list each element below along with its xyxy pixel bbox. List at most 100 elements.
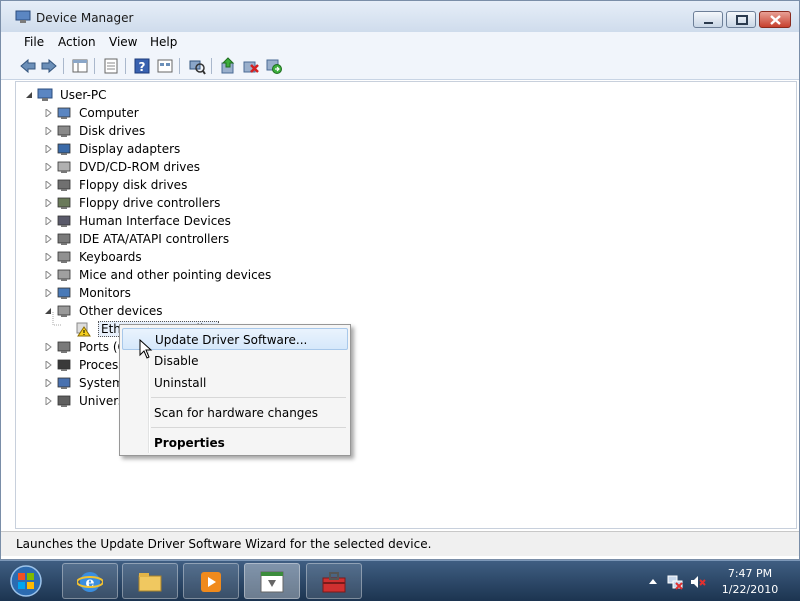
collapsed-arrow-icon[interactable] [45,127,52,135]
tree-node-human-interface-devices[interactable]: Human Interface Devices [43,212,303,230]
collapsed-arrow-icon[interactable] [45,163,52,171]
dvd-drive-icon [57,161,71,173]
ctx-scan-hardware-changes[interactable]: Scan for hardware changes [122,402,348,424]
clock[interactable]: 7:47 PM 1/22/2010 [720,566,780,598]
enable-device-icon[interactable] [265,57,283,75]
taskbar-internet-explorer[interactable]: e [62,563,118,599]
device-manager-app-icon [15,10,31,23]
close-icon [770,15,781,25]
taskbar-windows-explorer[interactable] [122,563,178,599]
display-adapter-icon [57,143,71,155]
collapsed-arrow-icon[interactable] [45,289,52,297]
tree-node-disk-drives[interactable]: Disk drives [43,122,303,140]
monitor-icon [57,287,71,299]
device-tree[interactable]: User-PC Computer Disk drives Display adapt… [15,81,797,529]
collapsed-arrow-icon[interactable] [45,145,52,153]
tree-node-label: IDE ATA/ATAPI controllers [79,232,230,246]
collapsed-arrow-icon[interactable] [45,343,52,351]
expanded-arrow-icon[interactable] [45,307,52,315]
maximize-button[interactable] [726,11,756,28]
menu-action[interactable]: Action [58,35,96,49]
tree-node-label: DVD/CD-ROM drives [79,160,201,174]
tree-node-computer[interactable]: Computer [43,104,303,122]
close-button[interactable] [759,11,791,28]
taskbar-media-player[interactable] [183,563,239,599]
tree-root-label: User-PC [60,88,107,102]
collapsed-arrow-icon[interactable] [45,235,52,243]
processor-icon [57,359,71,371]
network-icon[interactable] [667,574,683,590]
collapsed-arrow-icon[interactable] [45,253,52,261]
toolbar: ? [1,53,799,80]
uninstall-icon[interactable] [242,57,260,75]
ctx-properties[interactable]: Properties [122,432,348,454]
menu-help[interactable]: Help [150,35,177,49]
warning-device-icon [76,322,91,337]
tree-node-floppy-disk-drives[interactable]: Floppy disk drives [43,176,303,194]
clock-date: 1/22/2010 [721,583,779,596]
collapsed-arrow-icon[interactable] [45,397,52,405]
collapsed-arrow-icon[interactable] [45,361,52,369]
menu-bar: File Action View Help [1,32,799,53]
device-manager-icon [260,571,284,593]
window-title: Device Manager [36,11,134,25]
floppy-controller-icon [57,197,71,209]
collapsed-arrow-icon[interactable] [45,109,52,117]
taskbar: e 7:47 PM 1/22/2010 [0,560,800,601]
start-button-icon[interactable] [6,562,46,600]
help-icon[interactable]: ? [133,57,151,75]
tree-node-ide-ata-atapi-controllers[interactable]: IDE ATA/ATAPI controllers [43,230,303,248]
minimize-button[interactable] [693,11,723,28]
tree-node-monitors[interactable]: Monitors [43,284,303,302]
tree-node-label: Disk drives [79,124,146,138]
tree-node-other-devices[interactable]: Other devices [43,302,303,320]
tree-node-label: Keyboards [79,250,142,264]
scan-hardware-changes-icon[interactable] [188,57,206,75]
status-text: Launches the Update Driver Software Wiza… [16,537,432,551]
computer-icon [57,107,71,119]
usb-icon [57,395,71,407]
ctx-update-driver-software[interactable]: Update Driver Software... [122,328,348,350]
tree-node-display-adapters[interactable]: Display adapters [43,140,303,158]
forward-icon[interactable] [40,57,58,75]
taskbar-toolbox[interactable] [306,563,362,599]
tree-node-dvd-cd-rom-drives[interactable]: DVD/CD-ROM drives [43,158,303,176]
tree-node-label: Monitors [79,286,131,300]
collapsed-arrow-icon[interactable] [45,217,52,225]
collapsed-arrow-icon[interactable] [45,379,52,387]
ctx-disable[interactable]: Disable [122,350,348,372]
collapsed-arrow-icon[interactable] [45,271,52,279]
tree-connector [52,312,62,326]
device-manager-window: Device Manager File Action View Help ? U… [0,0,800,560]
ctx-uninstall[interactable]: Uninstall [122,372,348,394]
port-icon [57,341,71,353]
show-hidden-icons-icon[interactable] [645,574,661,590]
tree-node-label: Floppy drive controllers [79,196,221,210]
tree-node-label: Mice and other pointing devices [79,268,272,282]
tree-node-floppy-drive-controllers[interactable]: Floppy drive controllers [43,194,303,212]
show-hide-console-tree-icon[interactable] [71,57,89,75]
tree-node-label: Human Interface Devices [79,214,231,228]
back-icon[interactable] [19,57,37,75]
toolbox-icon [322,572,346,593]
tree-node-keyboards[interactable]: Keyboards [43,248,303,266]
tree-node-label: Floppy disk drives [79,178,188,192]
properties-icon[interactable] [102,57,120,75]
mouse-cursor-icon [139,339,153,359]
view-icon[interactable] [156,57,174,75]
computer-root-icon [37,88,53,101]
volume-muted-icon[interactable] [690,574,706,590]
update-driver-icon[interactable] [219,57,237,75]
tree-node-label: Display adapters [79,142,181,156]
expanded-arrow-icon[interactable] [26,91,33,99]
context-menu: Update Driver Software... Disable Uninst… [119,324,351,456]
taskbar-device-manager[interactable] [244,563,300,599]
menu-view[interactable]: View [109,35,137,49]
collapsed-arrow-icon[interactable] [45,181,52,189]
tree-node-mice-and-other-pointing-devices[interactable]: Mice and other pointing devices [43,266,303,284]
menu-file[interactable]: File [24,35,44,49]
tree-root[interactable]: User-PC [24,86,224,104]
collapsed-arrow-icon[interactable] [45,199,52,207]
status-bar: Launches the Update Driver Software Wiza… [1,531,799,556]
title-bar[interactable]: Device Manager [1,1,799,33]
